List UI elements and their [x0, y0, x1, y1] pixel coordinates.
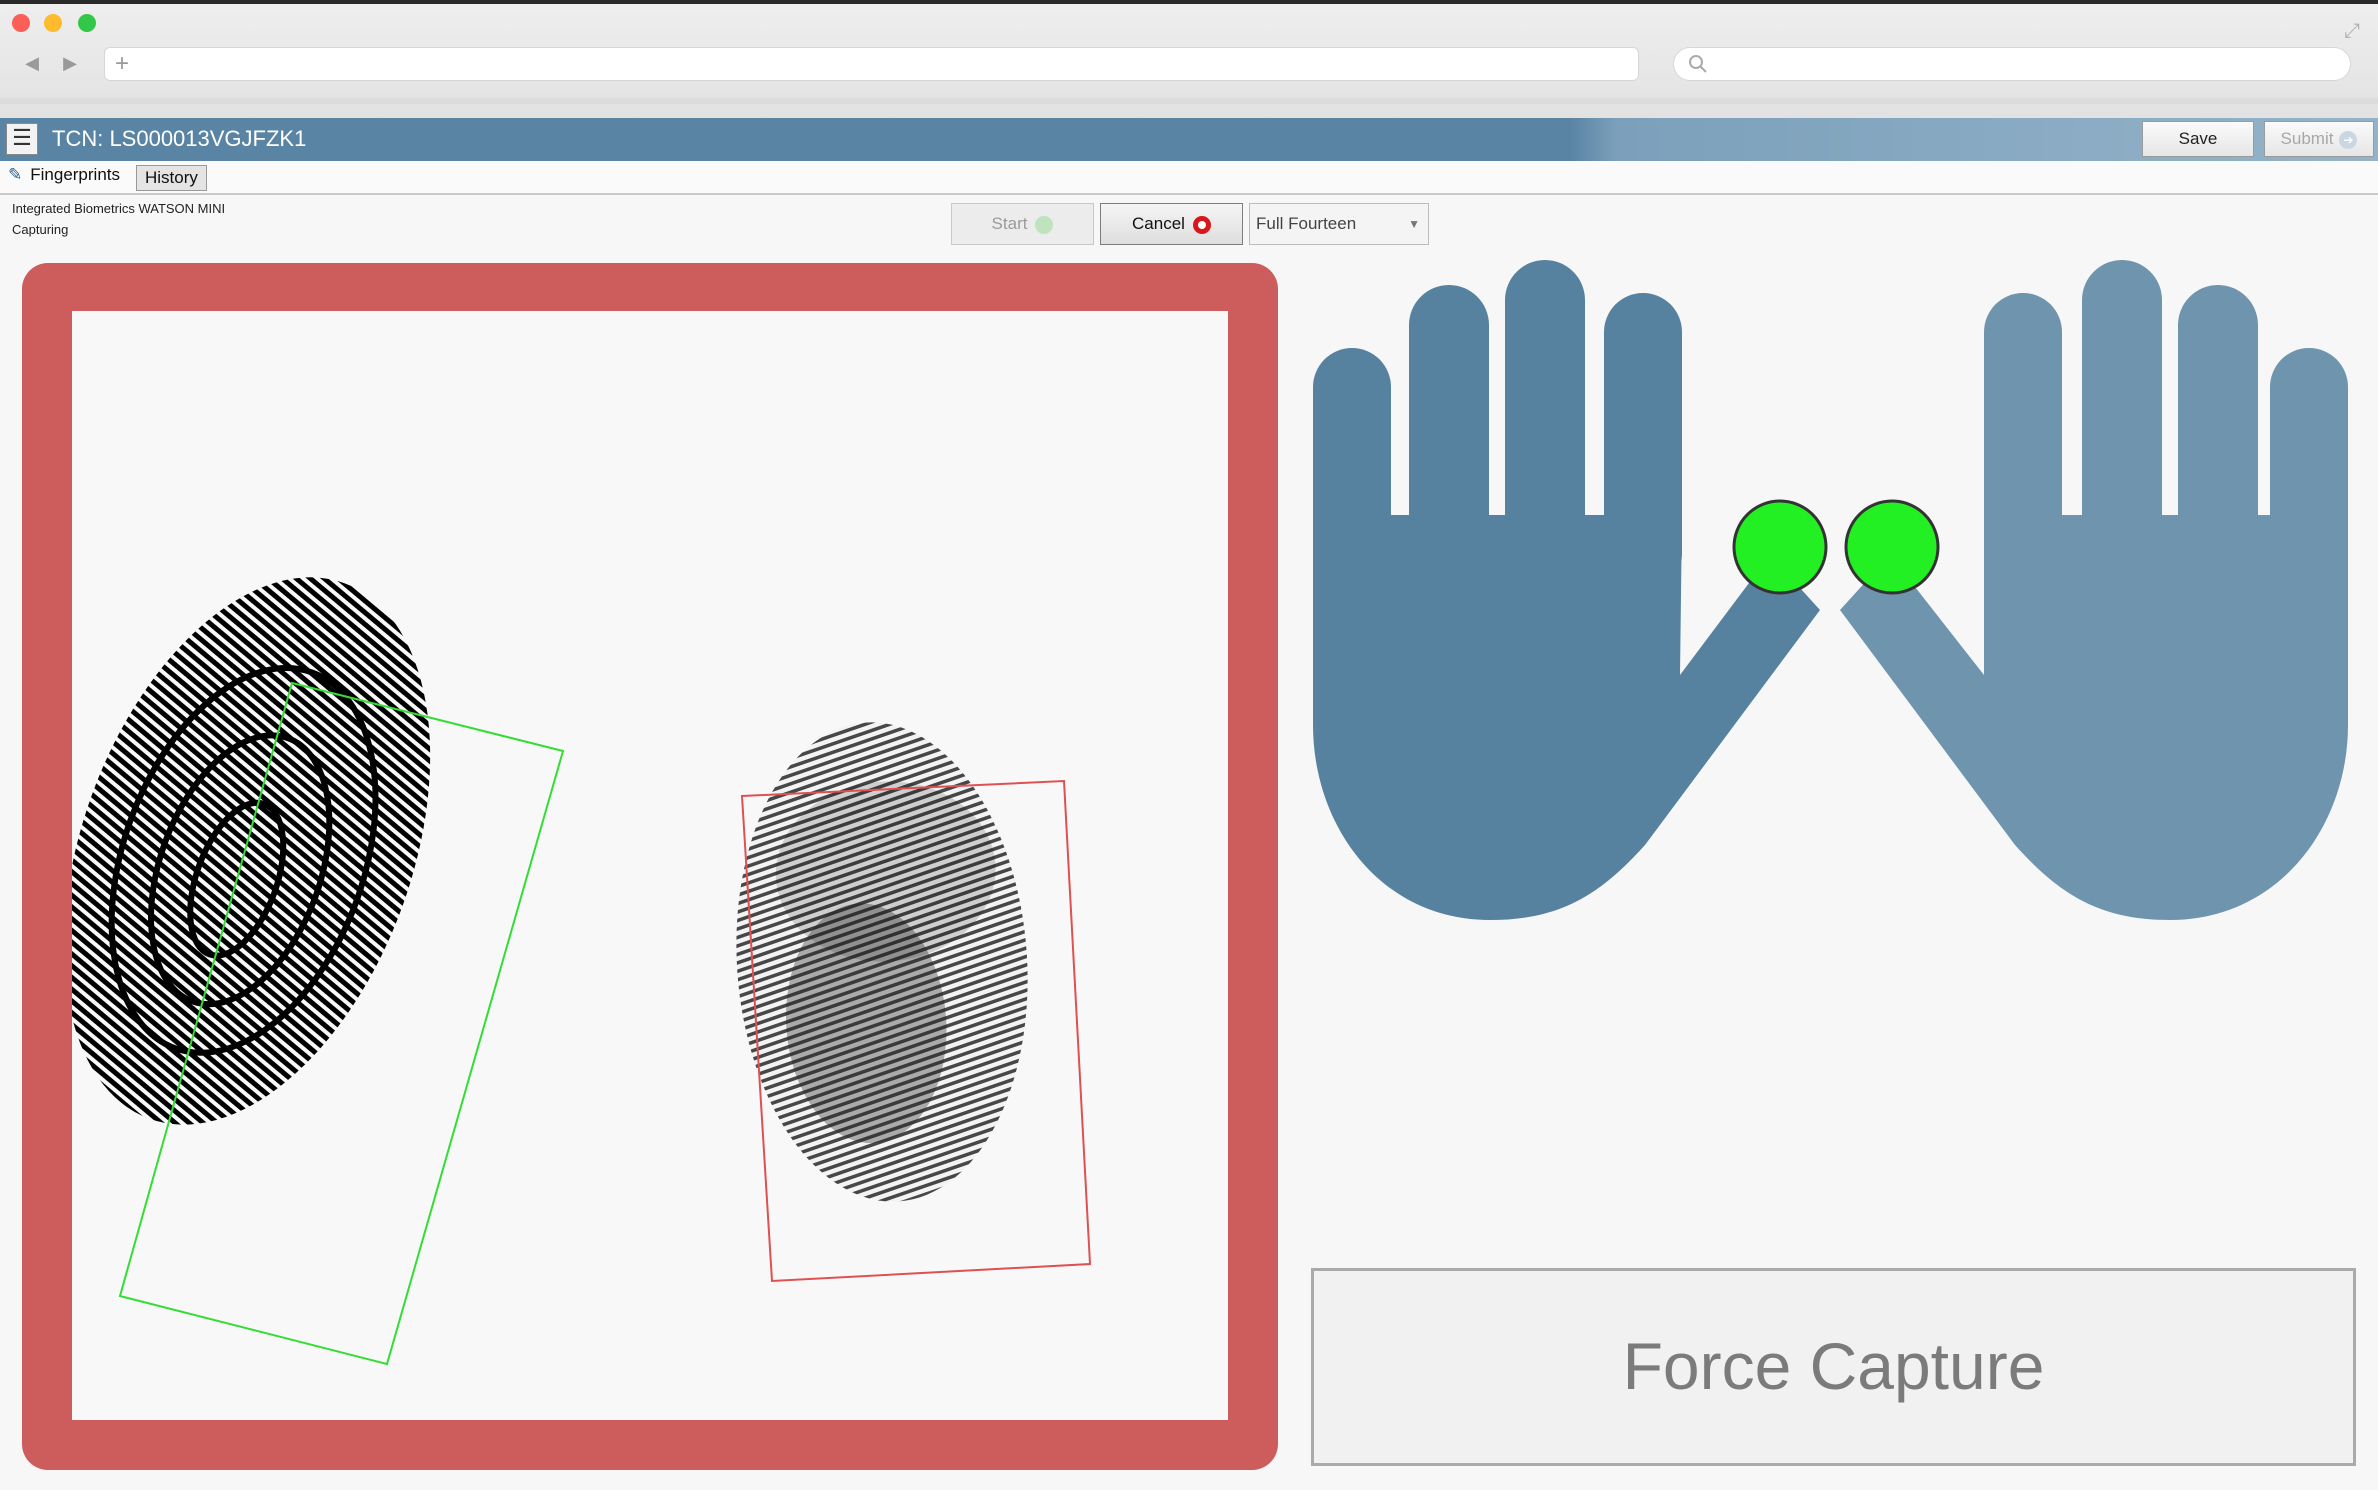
play-icon: [1035, 215, 1054, 234]
left-hand[interactable]: [1313, 260, 1828, 920]
start-button[interactable]: Start: [951, 203, 1094, 245]
tab-history[interactable]: History: [136, 165, 207, 191]
chrome-divider: [0, 98, 2378, 104]
device-status: Capturing: [12, 222, 69, 237]
browser-chrome: ◀ ▶ + ⤢: [0, 0, 2378, 118]
arrow-right-icon: ➔: [2339, 130, 2358, 149]
right-hand[interactable]: [1840, 260, 2348, 920]
hands-diagram: [1313, 260, 2348, 920]
fullscreen-icon[interactable]: ⤢: [2344, 20, 2360, 43]
hamburger-icon[interactable]: ☰: [6, 123, 38, 155]
pencil-icon: ✎: [8, 165, 23, 184]
right-thumb-indicator: [1844, 499, 1940, 595]
cancel-label: Cancel: [1132, 214, 1185, 233]
submit-button[interactable]: Submit ➔: [2264, 121, 2374, 157]
force-capture-button[interactable]: Force Capture: [1311, 1268, 2356, 1466]
left-thumb-indicator: [1732, 499, 1828, 595]
capture-mode-value: Full Fourteen: [1256, 214, 1357, 233]
plus-icon[interactable]: +: [115, 48, 129, 80]
address-bar[interactable]: +: [104, 47, 1639, 81]
tab-label: History: [145, 168, 198, 187]
save-label: Save: [2178, 129, 2218, 148]
capture-frame: [22, 263, 1278, 1470]
back-button[interactable]: ◀: [18, 48, 46, 78]
browser-search-input[interactable]: [1673, 47, 2351, 81]
save-button[interactable]: Save: [2142, 121, 2254, 157]
tab-fingerprints[interactable]: ✎ Fingerprints: [8, 165, 120, 185]
fingerprint-rejected: [736, 722, 1092, 1283]
search-icon: [1689, 55, 1707, 73]
dropdown-arrow-icon: ▼: [1408, 217, 1420, 231]
start-label: Start: [991, 214, 1028, 233]
submit-label: Submit: [2280, 129, 2334, 148]
capture-preview: [72, 311, 1228, 1420]
page-title: TCN: LS000013VGJFZK1: [52, 126, 307, 151]
device-name: Integrated Biometrics WATSON MINI: [12, 201, 226, 216]
cancel-button[interactable]: Cancel: [1100, 203, 1243, 245]
main-content: Integrated Biometrics WATSON MINI Captur…: [0, 195, 2378, 1490]
stop-icon: [1192, 215, 1211, 234]
window-maximize-button[interactable]: [78, 14, 96, 32]
window-close-button[interactable]: [12, 14, 30, 32]
tab-label: Fingerprints: [30, 165, 121, 184]
tab-bar: ✎ Fingerprints History: [0, 161, 2378, 195]
app-header: ☰ TCN: LS000013VGJFZK1 Save Submit ➔: [0, 118, 2378, 161]
fingerprint-accepted: [72, 577, 565, 1366]
forward-button[interactable]: ▶: [56, 48, 84, 78]
capture-mode-select[interactable]: Full Fourteen ▼: [1249, 203, 1429, 245]
window-minimize-button[interactable]: [44, 14, 62, 32]
